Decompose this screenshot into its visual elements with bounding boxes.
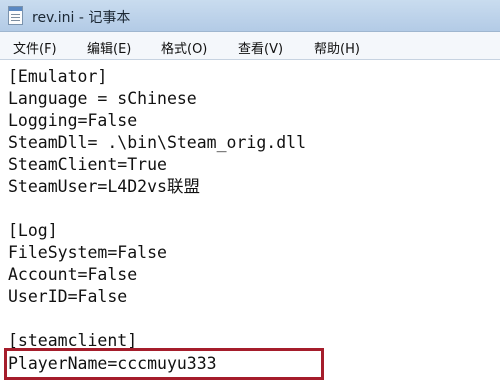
text-line: Account=False — [8, 265, 138, 284]
menu-help[interactable]: 帮助(H) — [314, 38, 360, 57]
text-line: SteamDll= .\bin\Steam_orig.dll — [8, 133, 307, 152]
text-line: Language = sChinese — [8, 89, 197, 108]
window-title: rev.ini - 记事本 — [32, 10, 131, 26]
text-line: FileSystem=False — [8, 243, 167, 262]
text-line: Logging=False — [8, 111, 138, 130]
menu-file[interactable]: 文件(F) — [13, 38, 57, 57]
highlight-box — [4, 348, 324, 380]
text-line: SteamUser=L4D2vs联盟 — [8, 177, 200, 196]
title-bar[interactable]: rev.ini - 记事本 — [0, 0, 500, 32]
menu-view[interactable]: 查看(V) — [238, 38, 283, 57]
menu-format[interactable]: 格式(O) — [161, 38, 207, 57]
menu-edit[interactable]: 编辑(E) — [87, 38, 131, 57]
text-line: SteamClient=True — [8, 155, 167, 174]
menu-bar: 文件(F) 编辑(E) 格式(O) 查看(V) 帮助(H) — [0, 32, 500, 60]
text-line: [Log] — [8, 221, 58, 240]
notepad-icon — [8, 6, 23, 25]
text-line: [Emulator] — [8, 67, 108, 86]
text-line: UserID=False — [8, 287, 128, 306]
